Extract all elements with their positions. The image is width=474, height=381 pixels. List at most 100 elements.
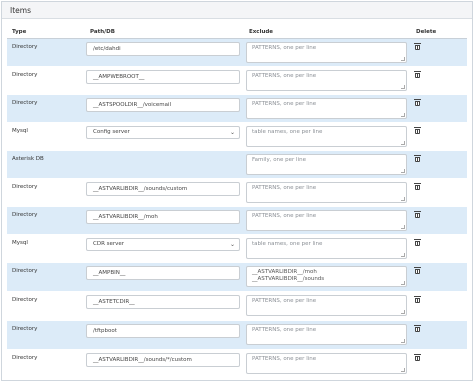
row-type: Directory xyxy=(7,291,85,321)
table-row: Mysql CDR server ⌄ table names, one per lin… xyxy=(7,234,467,263)
trash-icon[interactable] xyxy=(414,42,421,50)
row-path-cell: /tftpboot xyxy=(85,320,244,350)
exclude-placeholder: PATTERNS, one per line xyxy=(252,44,317,51)
exclude-textarea[interactable]: table names, one per line xyxy=(246,125,407,147)
table-row: Directory __ASTVARLIBDIR__/sounds/*/custo… xyxy=(7,349,467,379)
path-input[interactable]: __ASTETCDIR__ xyxy=(86,294,240,309)
resize-grip-icon[interactable] xyxy=(401,168,405,173)
server-select[interactable]: Config server ⌄ xyxy=(86,125,240,139)
exclude-textarea[interactable]: Family, one per line xyxy=(246,153,407,175)
server-select-value: Config server xyxy=(93,128,130,135)
resize-grip-icon[interactable] xyxy=(401,280,405,285)
exclude-textarea[interactable]: PATTERNS, one per line xyxy=(246,209,407,231)
path-input[interactable]: __ASTVARLIBDIR__/moh xyxy=(86,209,240,224)
path-input[interactable]: __ASTVARLIBDIR__/sounds/custom xyxy=(86,181,240,196)
row-exclude-cell: PATTERNS, one per line xyxy=(244,206,411,235)
row-type: Directory xyxy=(7,94,85,123)
row-type: Mysql xyxy=(7,122,85,151)
row-delete-cell xyxy=(411,66,467,95)
trash-icon[interactable] xyxy=(414,98,421,106)
column-header-type: Type xyxy=(7,26,85,39)
resize-grip-icon[interactable] xyxy=(401,140,405,145)
table-row: Directory __ASTETCDIR__ PATTERNS, one per … xyxy=(7,291,467,321)
resize-grip-icon[interactable] xyxy=(401,84,405,89)
row-delete-cell xyxy=(411,349,467,379)
row-exclude-cell: table names, one per line xyxy=(244,234,411,263)
trash-icon[interactable] xyxy=(414,266,421,274)
table-row: Asterisk DB Family, one per line xyxy=(7,150,467,179)
row-type: Directory xyxy=(7,206,85,235)
resize-grip-icon[interactable] xyxy=(401,309,405,314)
server-select-value: CDR server xyxy=(93,240,125,247)
path-input[interactable]: __AMPBIN__ xyxy=(86,265,240,280)
trash-icon[interactable] xyxy=(414,154,421,162)
exclude-placeholder: PATTERNS, one per line xyxy=(252,100,317,107)
row-exclude-cell: PATTERNS, one per line xyxy=(244,94,411,123)
exclude-value: __ASTVARLIBDIR__/moh __ASTVARLIBDIR__/so… xyxy=(252,268,325,283)
exclude-placeholder: PATTERNS, one per line xyxy=(252,297,317,304)
exclude-placeholder: Family, one per line xyxy=(252,156,306,163)
trash-icon[interactable] xyxy=(414,238,421,246)
trash-icon[interactable] xyxy=(414,70,421,78)
exclude-textarea[interactable]: PATTERNS, one per line xyxy=(246,69,407,91)
exclude-textarea[interactable]: table names, one per line xyxy=(246,237,407,259)
resize-grip-icon[interactable] xyxy=(401,112,405,117)
row-delete-cell xyxy=(411,150,467,179)
row-delete-cell xyxy=(411,122,467,151)
trash-icon[interactable] xyxy=(414,182,421,190)
row-delete-cell xyxy=(411,38,467,67)
row-type: Directory xyxy=(7,320,85,350)
exclude-placeholder: PATTERNS, one per line xyxy=(252,212,317,219)
exclude-textarea[interactable]: PATTERNS, one per line xyxy=(246,352,407,374)
chevron-down-icon: ⌄ xyxy=(229,240,235,248)
path-input[interactable]: __ASTSPOOLDIR__/voicemail xyxy=(86,97,240,112)
path-input[interactable]: __AMPWEBROOT__ xyxy=(86,69,240,84)
row-type: Directory xyxy=(7,38,85,67)
row-path-cell: __ASTVARLIBDIR__/sounds/custom xyxy=(85,178,244,207)
resize-grip-icon[interactable] xyxy=(401,196,405,201)
table-header-row: Type Path/DB Exclude Delete xyxy=(7,26,467,39)
exclude-placeholder: PATTERNS, one per line xyxy=(252,184,317,191)
row-exclude-cell: __ASTVARLIBDIR__/moh __ASTVARLIBDIR__/so… xyxy=(244,262,411,292)
resize-grip-icon[interactable] xyxy=(401,252,405,257)
path-input[interactable]: /etc/dahdi xyxy=(86,41,240,56)
exclude-textarea[interactable]: PATTERNS, one per line xyxy=(246,323,407,345)
trash-icon[interactable] xyxy=(414,353,421,361)
row-exclude-cell: Family, one per line xyxy=(244,150,411,179)
exclude-textarea[interactable]: __ASTVARLIBDIR__/moh __ASTVARLIBDIR__/so… xyxy=(246,265,407,287)
row-path-cell: __ASTVARLIBDIR__/moh xyxy=(85,206,244,235)
resize-grip-icon[interactable] xyxy=(401,367,405,372)
row-exclude-cell: PATTERNS, one per line xyxy=(244,349,411,379)
row-path-cell: __ASTETCDIR__ xyxy=(85,291,244,321)
resize-grip-icon[interactable] xyxy=(401,338,405,343)
row-path-cell: __ASTSPOOLDIR__/voicemail xyxy=(85,94,244,123)
row-delete-cell xyxy=(411,206,467,235)
table-row: Directory/tftpboot PATTERNS, one per line xyxy=(7,320,467,350)
row-exclude-cell: PATTERNS, one per line xyxy=(244,291,411,321)
row-path-cell: __AMPBIN__ xyxy=(85,262,244,292)
exclude-placeholder: PATTERNS, one per line xyxy=(252,355,317,362)
trash-icon[interactable] xyxy=(414,126,421,134)
resize-grip-icon[interactable] xyxy=(401,224,405,229)
resize-grip-icon[interactable] xyxy=(401,56,405,61)
exclude-placeholder: PATTERNS, one per line xyxy=(252,326,317,333)
row-exclude-cell: PATTERNS, one per line xyxy=(244,38,411,67)
row-type: Asterisk DB xyxy=(7,150,85,179)
exclude-textarea[interactable]: PATTERNS, one per line xyxy=(246,97,407,119)
trash-icon[interactable] xyxy=(414,210,421,218)
row-path-cell: __AMPWEBROOT__ xyxy=(85,66,244,95)
row-path-cell: __ASTVARLIBDIR__/sounds/*/custom xyxy=(85,349,244,379)
exclude-textarea[interactable]: PATTERNS, one per line xyxy=(246,294,407,316)
path-input[interactable]: __ASTVARLIBDIR__/sounds/*/custom xyxy=(86,352,240,367)
trash-icon[interactable] xyxy=(414,295,421,303)
exclude-placeholder: PATTERNS, one per line xyxy=(252,72,317,79)
exclude-placeholder: table names, one per line xyxy=(252,240,323,247)
trash-icon[interactable] xyxy=(414,324,421,332)
server-select[interactable]: CDR server ⌄ xyxy=(86,237,240,251)
exclude-placeholder: table names, one per line xyxy=(252,128,323,135)
exclude-textarea[interactable]: PATTERNS, one per line xyxy=(246,41,407,63)
exclude-textarea[interactable]: PATTERNS, one per line xyxy=(246,181,407,203)
row-delete-cell xyxy=(411,178,467,207)
path-input[interactable]: /tftpboot xyxy=(86,323,240,338)
row-delete-cell xyxy=(411,291,467,321)
